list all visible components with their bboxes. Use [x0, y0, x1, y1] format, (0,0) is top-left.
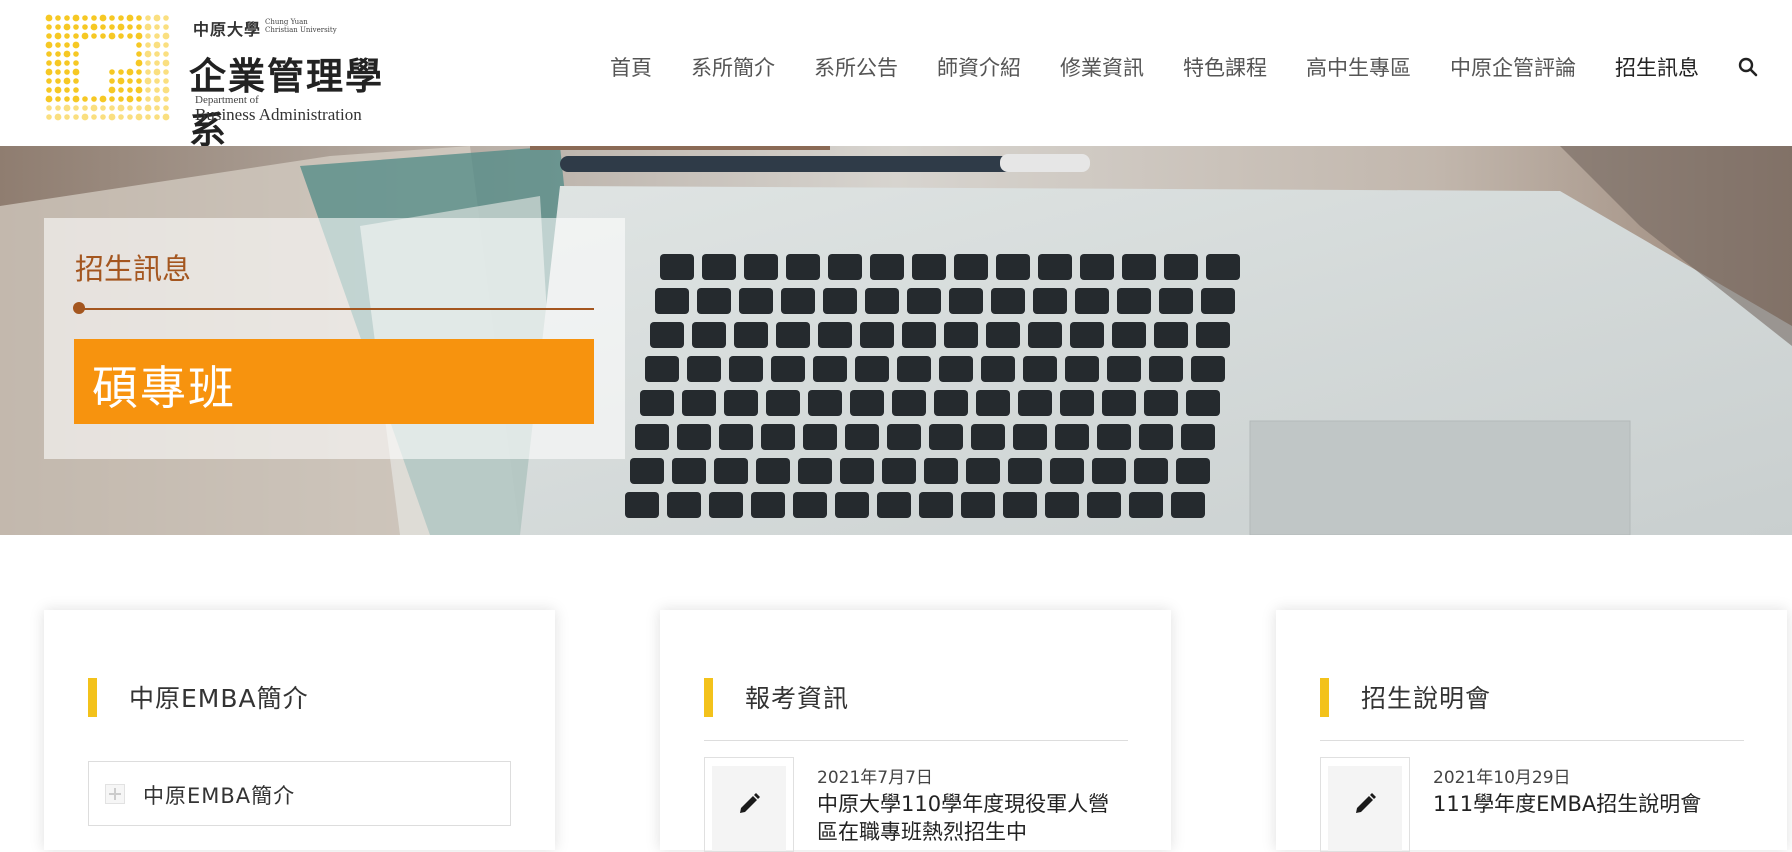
card-title-marker [704, 677, 713, 717]
nav-item-courses[interactable]: 特色課程 [1183, 52, 1267, 82]
card-title-marker [1320, 677, 1329, 717]
card-divider [1320, 740, 1744, 741]
post-thumbnail[interactable] [704, 757, 794, 852]
hero-banner: 招生訊息 碩專班 [0, 146, 1792, 535]
pencil-icon [1356, 793, 1376, 813]
card-header: 中原EMBA簡介 [88, 677, 309, 717]
nav-item-review[interactable]: 中原企管評論 [1450, 52, 1576, 82]
post-date: 2021年7月7日 [817, 768, 933, 788]
card-info-session: 招生說明會 2021年10月29日 111學年度EMBA招生說明會 [1276, 610, 1787, 852]
hero-title-bar: 碩專班 [74, 339, 594, 424]
hero-category: 招生訊息 [75, 252, 192, 286]
hero-divider [80, 308, 594, 310]
post-title-link[interactable]: 111學年度EMBA招生說明會 [1433, 790, 1733, 818]
logo-university-en-line1: Chung Yuan [265, 18, 308, 26]
card-divider [704, 740, 1128, 741]
card-title: 中原EMBA簡介 [129, 684, 309, 713]
card-emba-intro: 中原EMBA簡介 中原EMBA簡介 [44, 610, 555, 850]
plus-icon[interactable] [105, 784, 125, 804]
nav-item-study-info[interactable]: 修業資訊 [1060, 52, 1144, 82]
nav-item-home[interactable]: 首頁 [610, 52, 652, 82]
hero-title-box: 招生訊息 碩專班 [44, 218, 625, 459]
site-header: 中原大學 Chung Yuan Christian University 企業管… [0, 0, 1792, 152]
accordion-emba-intro[interactable]: 中原EMBA簡介 [88, 761, 511, 826]
nav-item-about[interactable]: 系所簡介 [691, 52, 775, 82]
hero-divider-dot [73, 302, 85, 314]
logo-dot-mark-icon [45, 14, 170, 121]
post-thumbnail-bg [1328, 766, 1402, 851]
card-title-marker [88, 677, 97, 717]
logo-university-en: Chung Yuan Christian University [265, 18, 337, 34]
card-exam-info: 報考資訊 2021年7月7日 中原大學110學年度現役軍人營區在職專班熱烈招生中 [660, 610, 1171, 852]
post-date: 2021年10月29日 [1433, 768, 1571, 788]
card-header: 報考資訊 [704, 677, 849, 717]
nav-item-high-school[interactable]: 高中生專區 [1306, 52, 1411, 82]
card-title: 招生說明會 [1361, 684, 1492, 713]
logo-university-en-line2: Christian University [265, 26, 337, 34]
site-logo[interactable]: 中原大學 Chung Yuan Christian University 企業管… [45, 14, 385, 152]
logo-dept-en-line2: Business Administration [195, 105, 362, 124]
search-icon[interactable] [1737, 56, 1759, 78]
post-thumbnail-bg [712, 766, 786, 851]
main-nav: 首頁 系所簡介 系所公告 師資介紹 修業資訊 特色課程 高中生專區 中原企管評論… [571, 52, 1759, 82]
post-title-link[interactable]: 中原大學110學年度現役軍人營區在職專班熱烈招生中 [817, 790, 1117, 846]
hero-title: 碩專班 [92, 361, 236, 415]
post-thumbnail[interactable] [1320, 757, 1410, 852]
nav-item-faculty[interactable]: 師資介紹 [937, 52, 1021, 82]
pencil-icon [740, 793, 760, 813]
nav-item-announcements[interactable]: 系所公告 [814, 52, 898, 82]
accordion-label: 中原EMBA簡介 [143, 784, 296, 808]
nav-item-admissions[interactable]: 招生訊息 [1615, 52, 1699, 82]
card-header: 招生說明會 [1320, 677, 1491, 717]
card-title: 報考資訊 [745, 684, 850, 713]
logo-university-zh: 中原大學 [193, 20, 262, 39]
